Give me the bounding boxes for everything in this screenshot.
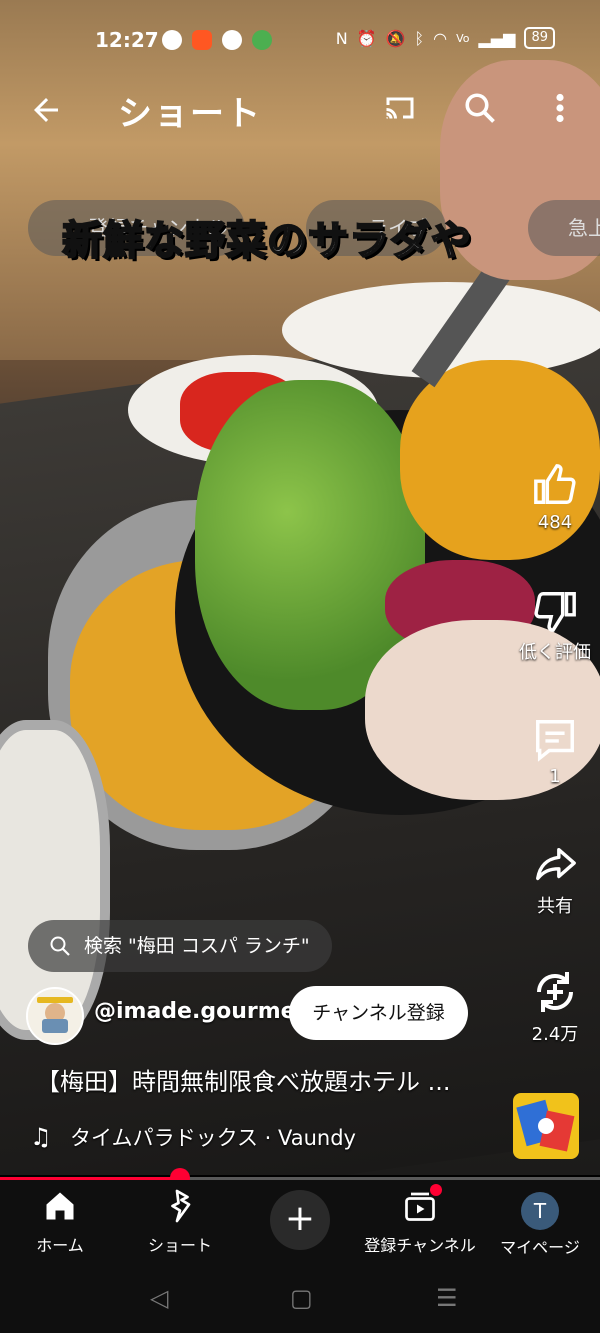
nav-shorts[interactable]: ショート [120, 1180, 240, 1256]
more-vertical-icon [556, 93, 564, 123]
share-button[interactable]: 共有 [510, 842, 600, 918]
dislike-label: 低く評価 [519, 642, 591, 663]
bottom-nav: ホーム ショート + 登録チャンネル T マイページ [0, 1180, 600, 1270]
like-count: 484 [537, 512, 573, 533]
search-icon [465, 93, 495, 123]
video-title[interactable]: 【梅田】時間無制限食べ放題ホテル ... [36, 1062, 451, 1097]
volte-icon: Vo [456, 31, 470, 45]
thumbs-down-icon [534, 592, 576, 632]
chip-trending[interactable]: 急上 [528, 200, 600, 256]
music-row[interactable]: ♫ タイムパラドックス · Vaundy [30, 1122, 356, 1152]
nav-home[interactable]: ホーム [0, 1180, 120, 1256]
arrow-left-icon [34, 98, 58, 122]
system-nav-bar: ◁ ▢ ☰ [0, 1270, 600, 1333]
remix-button[interactable]: 2.4万 [510, 968, 600, 1046]
sound-thumbnail[interactable] [513, 1093, 579, 1159]
more-options-button[interactable] [545, 90, 575, 130]
nav-subscriptions-label: 登録チャンネル [364, 1236, 476, 1255]
channel-handle[interactable]: @imade.gourmet [94, 999, 306, 1024]
cast-icon [386, 97, 414, 119]
remix-icon [537, 972, 573, 1012]
share-icon [536, 847, 576, 881]
system-home-icon[interactable]: ▢ [290, 1284, 313, 1312]
create-button[interactable]: + [270, 1190, 330, 1250]
remix-count: 2.4万 [531, 1024, 579, 1045]
line-icon [222, 30, 242, 50]
nav-me[interactable]: T マイページ [480, 1180, 600, 1258]
search-icon [50, 936, 70, 956]
comment-button[interactable]: 1 [510, 716, 600, 787]
nav-home-label: ホーム [36, 1236, 84, 1255]
status-bar: 12:27 N ⏰ 🔕 ᛒ ◠ Vo ▂▄▆ 89 [0, 0, 600, 80]
music-title: タイムパラドックス · Vaundy [70, 1126, 356, 1150]
search-button[interactable] [462, 90, 498, 130]
battery-indicator: 89 [524, 27, 555, 49]
cast-button[interactable] [382, 90, 418, 130]
chat-icon [252, 30, 272, 50]
search-suggestion[interactable]: 検索 "梅田 コスパ ランチ" [28, 920, 332, 972]
dislike-button[interactable]: 低く評価 [510, 588, 600, 664]
user-avatar: T [521, 1192, 559, 1230]
nav-shorts-label: ショート [147, 1236, 212, 1255]
back-button[interactable] [28, 92, 64, 136]
thumbs-up-icon [534, 464, 576, 504]
video-caption: 新鮮な野菜のサラダや [61, 217, 472, 265]
nfc-icon: N [335, 28, 348, 48]
app-notification-icon [192, 30, 212, 50]
rakuten-icon [162, 30, 182, 50]
plus-icon: + [284, 1198, 316, 1239]
music-note-icon: ♫ [30, 1123, 52, 1151]
comment-count: 1 [549, 766, 561, 787]
subscribe-button[interactable]: チャンネル登録 [289, 986, 468, 1040]
search-query: 検索 "梅田 コスパ ランチ" [84, 935, 310, 957]
shorts-icon [171, 1189, 191, 1223]
page-title: ショート [118, 94, 262, 134]
channel-avatar[interactable] [26, 987, 84, 1045]
share-label: 共有 [537, 896, 573, 917]
comment-icon [536, 720, 574, 762]
status-icons: N ⏰ 🔕 ᛒ ◠ Vo ▂▄▆ 89 [336, 27, 555, 49]
notification-dot [430, 1184, 442, 1196]
nav-me-label: マイページ [500, 1238, 580, 1257]
app-header: ショート [0, 80, 600, 140]
system-recents-icon[interactable]: ☰ [436, 1284, 458, 1312]
album-art-icon [513, 1093, 579, 1159]
bluetooth-icon: ᛒ [414, 28, 425, 48]
home-icon [46, 1192, 74, 1220]
nav-subscriptions[interactable]: 登録チャンネル [360, 1180, 480, 1256]
like-button[interactable]: 484 [510, 462, 600, 533]
system-back-icon[interactable]: ◁ [150, 1284, 168, 1312]
wifi-icon: ◠ [433, 28, 448, 48]
alarm-icon: ⏰ [356, 28, 377, 48]
status-time: 12:27 [95, 28, 159, 52]
signal-icon: ▂▄▆ [478, 28, 516, 48]
mute-icon: 🔕 [385, 28, 406, 48]
channel-logo-icon [28, 989, 82, 1043]
